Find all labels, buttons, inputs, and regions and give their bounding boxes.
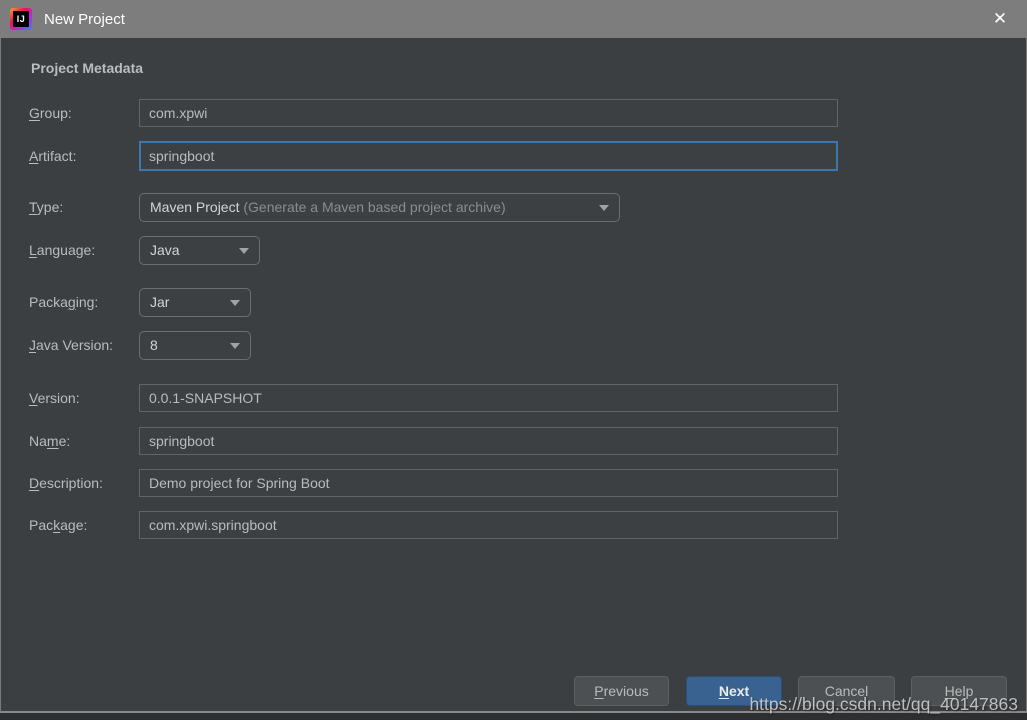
form-row-packaging: Packaging: Jar (1, 288, 1027, 317)
language-dropdown[interactable]: Java (139, 236, 260, 265)
group-label: Group: (29, 99, 72, 127)
form-row-group: Group: com.xpwi (1, 99, 1027, 127)
artifact-input[interactable]: springboot (139, 141, 838, 171)
version-label: Version: (29, 384, 80, 412)
close-icon[interactable]: ✕ (985, 0, 1015, 38)
form-row-description: Description: Demo project for Spring Boo… (1, 469, 1027, 497)
package-input[interactable]: com.xpwi.springboot (139, 511, 838, 539)
dialog-content: Project Metadata Group: com.xpwi Artifac… (0, 38, 1027, 713)
form-row-version: Version: 0.0.1-SNAPSHOT (1, 384, 1027, 412)
window-title: New Project (44, 11, 125, 28)
description-label: Description: (29, 469, 103, 497)
java-version-label: Java Version: (29, 331, 113, 360)
chevron-down-icon (599, 205, 609, 211)
form-row-language: Language: Java (1, 236, 1027, 265)
java-version-dropdown-value: 8 (150, 337, 158, 353)
intellij-idea-icon: IJ (10, 8, 32, 30)
chevron-down-icon (239, 248, 249, 254)
type-dropdown[interactable]: Maven Project (Generate a Maven based pr… (139, 193, 620, 222)
type-label: Type: (29, 193, 63, 222)
version-input[interactable]: 0.0.1-SNAPSHOT (139, 384, 838, 412)
form-row-type: Type: Maven Project (Generate a Maven ba… (1, 193, 1027, 222)
type-dropdown-hint: (Generate a Maven based project archive) (239, 199, 505, 215)
help-button[interactable]: Help (911, 676, 1007, 706)
form-row-package: Package: com.xpwi.springboot (1, 511, 1027, 539)
type-dropdown-value: Maven Project (150, 199, 239, 215)
previous-button[interactable]: Previous (574, 676, 669, 706)
form-row-name: Name: springboot (1, 427, 1027, 455)
form-row-artifact: Artifact: springboot (1, 141, 1027, 171)
name-input[interactable]: springboot (139, 427, 838, 455)
title-bar: IJ New Project ✕ (0, 0, 1027, 38)
page-title: Project Metadata (31, 60, 143, 76)
language-label: Language: (29, 236, 95, 265)
description-input[interactable]: Demo project for Spring Boot (139, 469, 838, 497)
artifact-label: Artifact: (29, 141, 76, 171)
packaging-label: Packaging: (29, 288, 98, 317)
packaging-dropdown-value: Jar (150, 294, 169, 310)
chevron-down-icon (230, 343, 240, 349)
packaging-dropdown[interactable]: Jar (139, 288, 251, 317)
java-version-dropdown[interactable]: 8 (139, 331, 251, 360)
next-button[interactable]: Next (686, 676, 782, 706)
package-label: Package: (29, 511, 87, 539)
cancel-button[interactable]: Cancel (798, 676, 895, 706)
name-label: Name: (29, 427, 70, 455)
language-dropdown-value: Java (150, 242, 180, 258)
chevron-down-icon (230, 300, 240, 306)
group-input[interactable]: com.xpwi (139, 99, 838, 127)
form-row-java-version: Java Version: 8 (1, 331, 1027, 360)
new-project-dialog: IJ New Project ✕ Project Metadata Group:… (0, 0, 1027, 720)
